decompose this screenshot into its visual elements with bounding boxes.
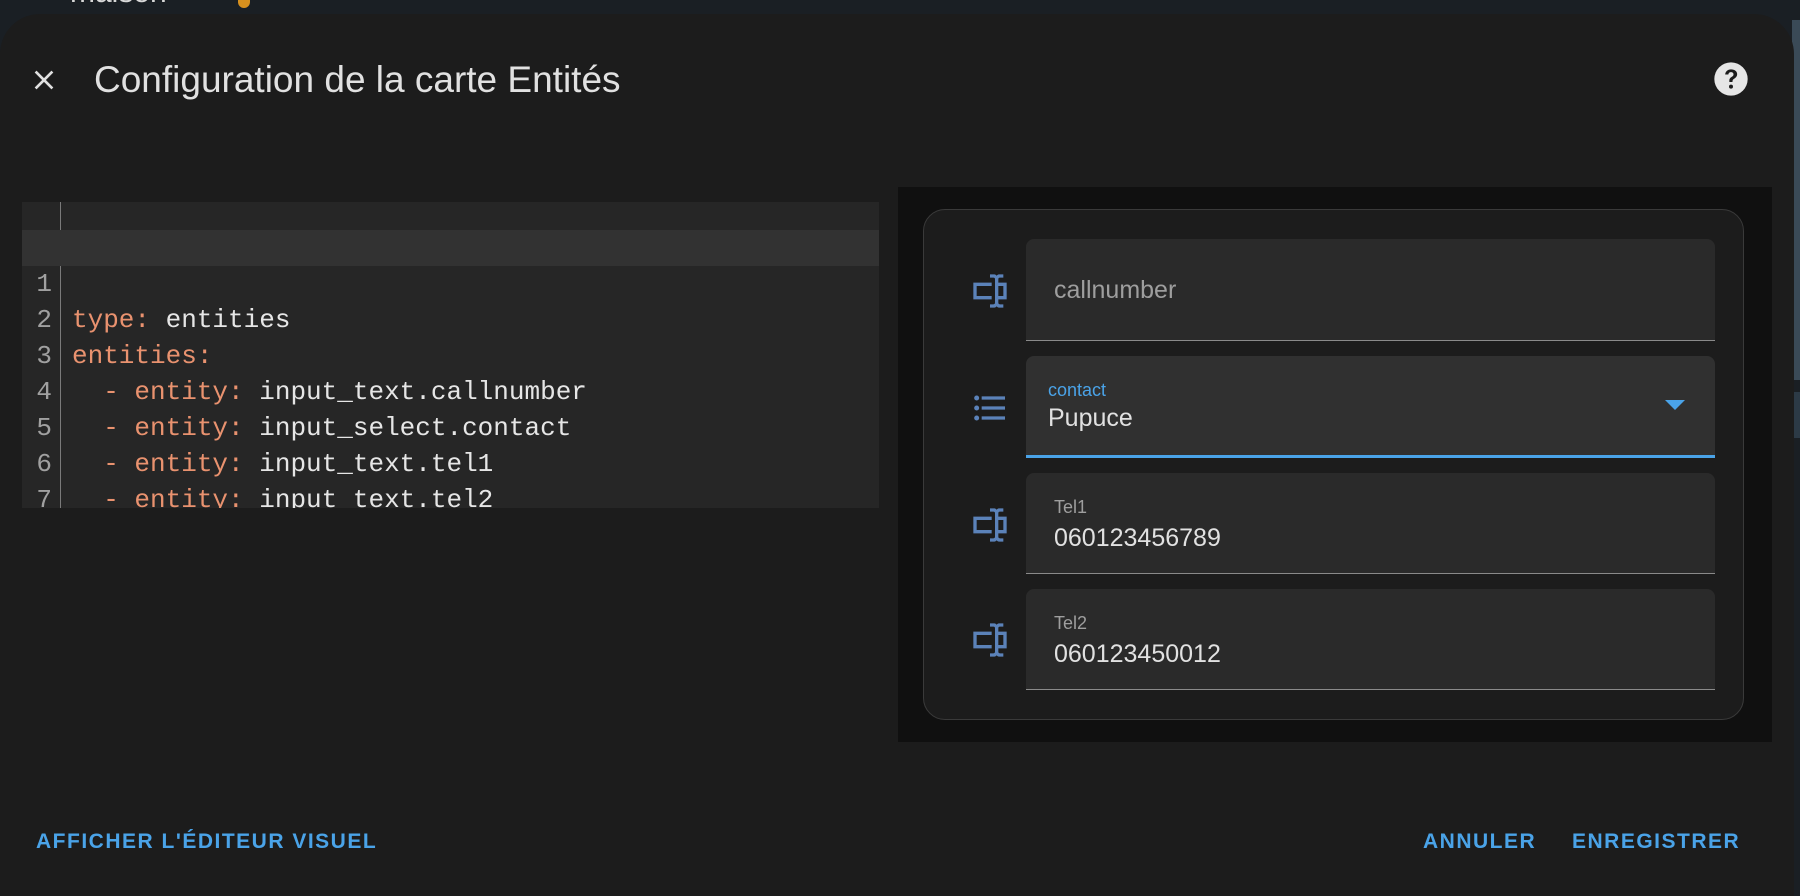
tel2-label: Tel2 (1054, 613, 1088, 633)
cancel-button[interactable]: ANNULER (1423, 826, 1536, 858)
line-number: 7 (36, 485, 52, 508)
close-button[interactable] (20, 56, 68, 104)
tel1-text-field[interactable]: Tel1 (1026, 473, 1715, 574)
tel1-label: Tel1 (1054, 497, 1088, 517)
code-line[interactable]: 7 (22, 446, 879, 508)
help-button[interactable] (1710, 58, 1752, 100)
form-textbox-icon (973, 274, 1007, 308)
code-line[interactable]: 4 - entity: input_select.contact (22, 338, 879, 443)
code-line[interactable]: 6 - entity: input_text.tel2 (22, 410, 879, 508)
contact-select-value: Pupuce (1048, 404, 1133, 432)
callnumber-text-field[interactable] (1026, 239, 1715, 341)
code-line[interactable]: 5 - entity: input_text.tel1 (22, 374, 879, 479)
callnumber-input[interactable] (1054, 273, 1695, 307)
form-textbox-icon (973, 623, 1007, 657)
dialog-title: Configuration de la carte Entités (94, 59, 621, 100)
code-line[interactable]: 2 entities: (22, 266, 879, 371)
background-page-title: maison (70, 0, 167, 10)
tel1-input[interactable] (1054, 521, 1695, 555)
yaml-key: entity: (134, 485, 244, 508)
code-line[interactable]: 1 type: entities (22, 230, 879, 335)
tel1-row-icon (966, 501, 1014, 549)
form-textbox-icon (973, 508, 1007, 542)
callnumber-row-icon (966, 267, 1014, 315)
background-accent (238, 0, 250, 8)
close-icon (34, 70, 54, 90)
save-button[interactable]: ENREGISTRER (1572, 826, 1740, 858)
tel2-text-field[interactable]: Tel2 (1026, 589, 1715, 690)
contact-select[interactable]: contact Pupuce (1026, 356, 1715, 458)
format-list-bulleted-icon (974, 395, 1005, 421)
help-circle-icon (1714, 62, 1748, 96)
contact-row-icon (966, 384, 1014, 432)
code-line[interactable]: 3 - entity: input_text.callnumber (22, 302, 879, 407)
tel2-row-icon (966, 616, 1014, 664)
show-visual-editor-button[interactable]: AFFICHER L'ÉDITEUR VISUEL (36, 826, 377, 858)
yaml-value: input_text.tel2 (243, 485, 494, 508)
dropdown-arrow-icon[interactable] (1665, 400, 1685, 410)
contact-select-label: contact (1048, 380, 1107, 400)
yaml-code-editor[interactable]: 1 type: entities 2 entities: 3 - entity:… (22, 202, 879, 508)
tel2-input[interactable] (1054, 637, 1695, 671)
